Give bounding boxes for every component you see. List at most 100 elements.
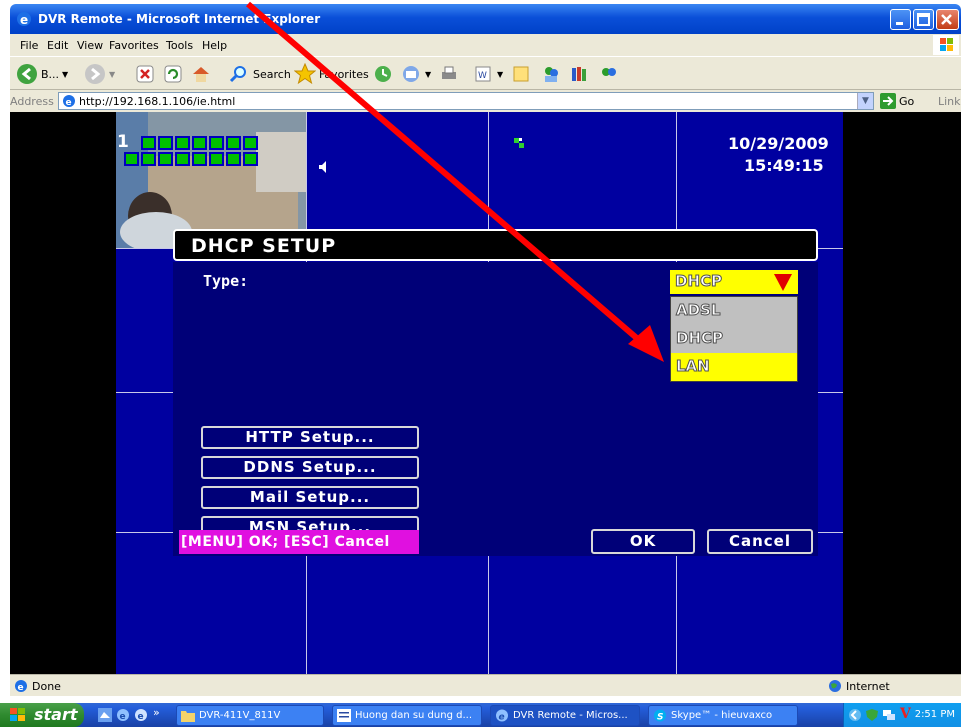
- back-dropdown-icon[interactable]: ▼: [62, 70, 68, 79]
- address-label: Address: [10, 95, 54, 108]
- refresh-icon: [164, 65, 182, 83]
- stop-icon: [136, 65, 154, 83]
- edit-dropdown-icon[interactable]: ▼: [497, 70, 503, 79]
- page-icon: e: [63, 95, 75, 108]
- messenger-button[interactable]: [540, 62, 562, 86]
- status-done-label: Done: [32, 679, 61, 693]
- dhcp-setup-dialog: Type: DHCP ADSL DHCP LAN HTTP Setup... D…: [173, 262, 818, 556]
- tray-shield-icon[interactable]: [865, 708, 879, 722]
- home-button[interactable]: [190, 62, 212, 86]
- type-option-lan[interactable]: LAN: [671, 353, 797, 381]
- maximize-icon: [917, 13, 930, 26]
- task-label: DVR-411V_811V: [199, 710, 281, 721]
- menu-file[interactable]: File: [20, 39, 38, 52]
- minimize-button[interactable]: [890, 9, 911, 30]
- skype-icon: S: [653, 709, 667, 723]
- start-button[interactable]: start: [0, 703, 84, 727]
- security-zone[interactable]: Internet: [828, 679, 890, 693]
- status-text: e Done: [14, 679, 61, 693]
- ddns-setup-button[interactable]: DDNS Setup...: [201, 456, 419, 479]
- svg-text:e: e: [18, 683, 24, 693]
- mail-button[interactable]: ▼: [400, 62, 431, 86]
- search-button[interactable]: Search: [228, 62, 291, 86]
- close-button[interactable]: [936, 9, 959, 30]
- menu-edit[interactable]: Edit: [47, 39, 68, 52]
- forward-dropdown-icon[interactable]: ▼: [109, 70, 115, 79]
- task-skype[interactable]: S Skype™ - hieuvaxco: [648, 705, 798, 726]
- svg-text:e: e: [499, 713, 505, 723]
- type-select[interactable]: DHCP: [670, 270, 798, 294]
- menu-help[interactable]: Help: [202, 39, 227, 52]
- discuss-button[interactable]: [510, 62, 532, 86]
- go-button[interactable]: Go: [880, 93, 914, 109]
- quicklaunch-ie2-icon[interactable]: e: [134, 708, 148, 722]
- quicklaunch-more-icon[interactable]: »: [153, 706, 160, 719]
- windows-logo-icon: [933, 35, 959, 55]
- tray-network-icon[interactable]: [882, 708, 896, 722]
- system-tray: V 2:51 PM: [843, 703, 961, 727]
- note-icon: [513, 66, 529, 82]
- menu-favorites[interactable]: Favorites: [109, 39, 159, 52]
- back-button[interactable]: B... ▼: [16, 62, 68, 86]
- task-dvr-folder[interactable]: DVR-411V_811V: [176, 705, 324, 726]
- type-options-list: ADSL DHCP LAN: [670, 296, 798, 382]
- minimize-icon: [896, 22, 903, 25]
- forward-button[interactable]: ▼: [84, 62, 115, 86]
- cancel-button[interactable]: Cancel: [707, 529, 813, 554]
- channel-indicator: [192, 152, 207, 166]
- menu-view[interactable]: View: [77, 39, 103, 52]
- ok-button[interactable]: OK: [591, 529, 695, 554]
- task-word-document[interactable]: Huong dan su dung d...: [332, 705, 482, 726]
- print-button[interactable]: [438, 62, 460, 86]
- page-done-icon: e: [15, 680, 27, 693]
- links-button[interactable]: Links: [938, 95, 961, 108]
- channel-indicators: [124, 136, 258, 166]
- address-input[interactable]: e http://192.168.1.106/ie.html ▼: [58, 92, 874, 110]
- taskbar: start e e » DVR-411V_811V Huong dan su d…: [0, 703, 961, 727]
- stop-button[interactable]: [134, 62, 156, 86]
- http-setup-button[interactable]: HTTP Setup...: [201, 426, 419, 449]
- svg-text:e: e: [66, 98, 72, 108]
- close-icon: [941, 14, 952, 25]
- msn-button[interactable]: [598, 62, 620, 86]
- svg-text:e: e: [138, 712, 144, 722]
- tray-expand-icon[interactable]: [848, 708, 862, 722]
- dvr-viewport[interactable]: 1 10/29/2009 15:49:15 DHCP SETUP Type: D…: [10, 112, 961, 674]
- mail-icon: [403, 66, 419, 82]
- research-button[interactable]: [568, 62, 590, 86]
- home-icon: [193, 67, 209, 82]
- edit-button[interactable]: W ▼: [472, 62, 503, 86]
- search-label: Search: [253, 67, 291, 81]
- print-icon: [442, 66, 456, 79]
- quicklaunch-desktop-icon[interactable]: [98, 708, 112, 722]
- type-option-dhcp[interactable]: DHCP: [671, 325, 797, 353]
- messenger-icon: [545, 67, 558, 82]
- camera-1-view[interactable]: 1: [116, 112, 306, 248]
- type-label: Type:: [203, 272, 249, 290]
- forward-arrow-icon: [85, 64, 105, 84]
- mail-dropdown-icon[interactable]: ▼: [425, 70, 431, 79]
- channel-indicator: [243, 136, 258, 150]
- start-label: start: [34, 705, 78, 724]
- address-url: http://192.168.1.106/ie.html: [79, 95, 236, 108]
- speaker-icon: [319, 161, 326, 173]
- mail-setup-button[interactable]: Mail Setup...: [201, 486, 419, 509]
- channel-indicator: [124, 152, 139, 166]
- favorites-button[interactable]: Favorites: [294, 62, 369, 86]
- window-titlebar[interactable]: e DVR Remote - Microsoft Internet Explor…: [10, 4, 961, 34]
- channel-indicator: [141, 152, 156, 166]
- address-dropdown-icon[interactable]: ▼: [857, 93, 873, 109]
- maximize-button[interactable]: [913, 9, 934, 30]
- status-bar: e Done Internet: [10, 674, 961, 696]
- dropdown-arrow-icon[interactable]: [774, 274, 792, 291]
- refresh-button[interactable]: [162, 62, 184, 86]
- folder-icon: [181, 709, 195, 722]
- task-dvr-remote[interactable]: e DVR Remote - Micros...: [490, 705, 640, 726]
- quicklaunch-ie-icon[interactable]: e: [116, 708, 130, 722]
- research-books-icon: [572, 67, 586, 81]
- menu-tools[interactable]: Tools: [166, 39, 193, 52]
- tray-clock: 2:51 PM: [914, 709, 955, 720]
- tray-v-icon[interactable]: V: [900, 706, 911, 722]
- history-button[interactable]: [372, 62, 394, 86]
- type-option-adsl[interactable]: ADSL: [671, 297, 797, 325]
